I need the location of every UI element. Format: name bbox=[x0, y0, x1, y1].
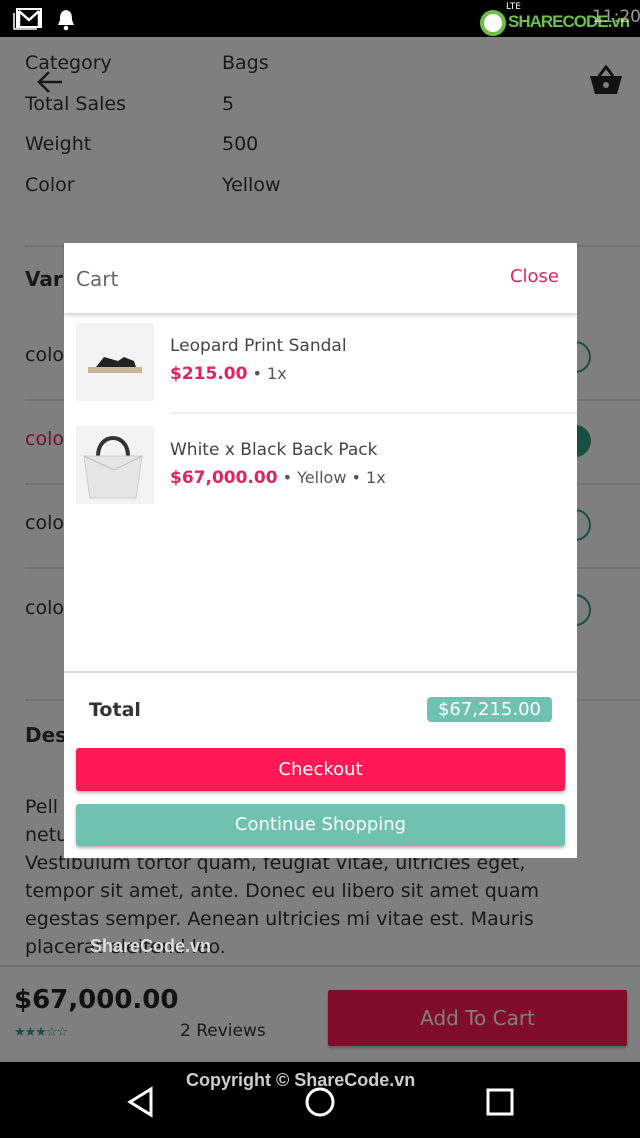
divider bbox=[64, 671, 577, 673]
sandal-image bbox=[76, 323, 154, 401]
bell-icon bbox=[58, 10, 74, 31]
item-meta: • 1x bbox=[247, 364, 287, 383]
gmail-icon bbox=[13, 8, 42, 30]
backpack-image bbox=[76, 426, 154, 504]
status-bar: SHARECODE.vn LTE 11:20 bbox=[0, 0, 640, 37]
item-name: Leopard Print Sandal bbox=[170, 336, 347, 356]
navigation-bar: Copyright © ShareCode.vn bbox=[0, 1062, 640, 1138]
sharecode-logo: SHARECODE.vn LTE 11:20 bbox=[480, 2, 640, 36]
continue-shopping-button[interactable]: Continue Shopping bbox=[76, 804, 565, 846]
divider bbox=[170, 412, 577, 414]
recents-nav-icon[interactable] bbox=[486, 1088, 514, 1116]
close-button[interactable]: Close bbox=[510, 266, 559, 287]
cart-header: Cart Close bbox=[64, 243, 577, 313]
total-badge: $67,215.00 bbox=[426, 697, 552, 722]
watermark-text: ShareCode.vn bbox=[90, 936, 212, 956]
cart-title: Cart bbox=[76, 267, 119, 291]
copyright-text: Copyright © ShareCode.vn bbox=[186, 1070, 416, 1090]
item-price: $215.00 bbox=[170, 364, 248, 384]
item-meta: • Yellow • 1x bbox=[277, 468, 386, 487]
item-price: $67,000.00 bbox=[170, 468, 278, 488]
total-label: Total bbox=[89, 699, 141, 721]
cart-modal: Cart Close Leopard Print Sandal $215.00 … bbox=[64, 243, 577, 858]
item-name: White x Black Back Pack bbox=[170, 440, 378, 460]
back-nav-icon[interactable] bbox=[125, 1086, 155, 1118]
home-nav-icon[interactable] bbox=[304, 1086, 336, 1118]
checkout-button[interactable]: Checkout bbox=[76, 748, 565, 791]
